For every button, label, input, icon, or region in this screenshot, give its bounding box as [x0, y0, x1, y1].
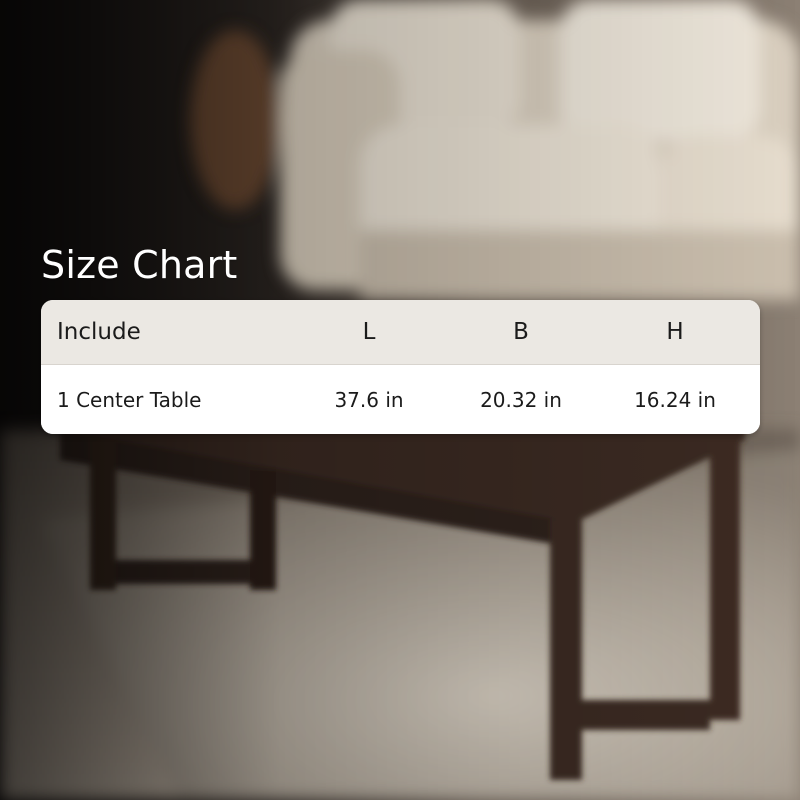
cell-length: 37.6 in — [334, 387, 404, 412]
size-chart-title: Size Chart — [41, 243, 238, 287]
table-header-row: Include L B H — [41, 300, 760, 365]
cell-item-name: 1 Center Table — [57, 387, 202, 412]
size-chart-table: Include L B H 1 Center Table 37.6 in 20.… — [41, 300, 760, 434]
column-header-length: L — [362, 319, 376, 345]
column-header-breadth: B — [513, 319, 529, 345]
table-row: 1 Center Table 37.6 in 20.32 in 16.24 in — [41, 365, 760, 434]
column-header-include: Include — [57, 319, 141, 345]
column-header-height: H — [666, 319, 684, 345]
cell-breadth: 20.32 in — [480, 387, 562, 412]
cell-height: 16.24 in — [634, 387, 716, 412]
